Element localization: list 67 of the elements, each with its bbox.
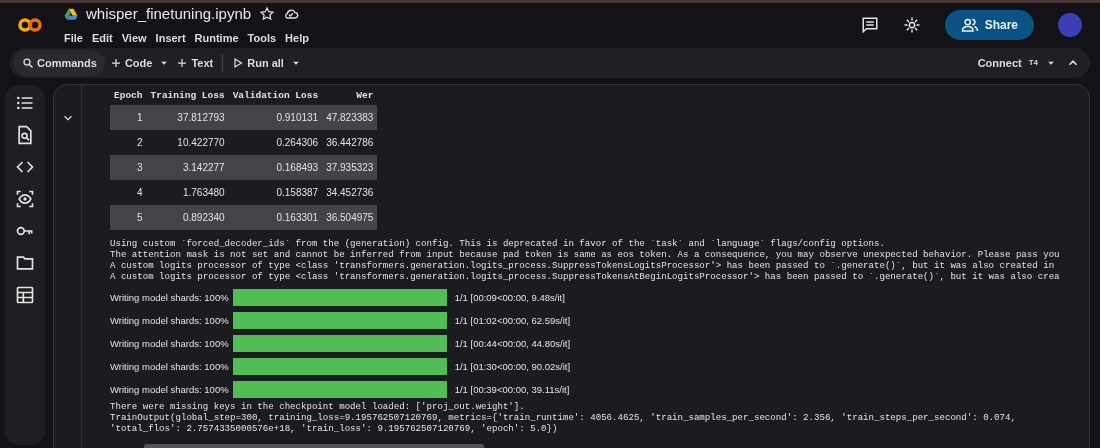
menu-item[interactable]: View (121, 29, 147, 46)
progress-stats: 1/1 [01:02<00:00, 62.59s/it] (454, 313, 571, 328)
progress-label: Writing model shards: 100% (110, 359, 229, 374)
play-icon (232, 57, 245, 69)
eye-icon[interactable] (15, 189, 35, 209)
table-icon[interactable] (15, 285, 35, 305)
table-cell: 0.158387 (228, 180, 323, 206)
table-cell: 3.142277 (146, 155, 229, 181)
progress-label: Writing model shards: 100% (110, 336, 229, 351)
column-header: Wer (322, 87, 378, 106)
progress-stats: 1/1 [01:30<00:00, 90.02s/it] (454, 359, 571, 374)
folder-icon[interactable] (15, 253, 35, 273)
menu-item[interactable]: Runtime (194, 29, 239, 46)
table-cell: 0.168493 (228, 155, 323, 181)
table-cell: 3 (110, 155, 147, 181)
table-cell: 0.163301 (228, 205, 323, 231)
progress-label: Writing model shards: 100% (110, 382, 229, 397)
menu-item[interactable]: Edit (91, 29, 113, 46)
column-header: Epoch (110, 87, 147, 106)
add-code-button[interactable]: Code (104, 51, 158, 75)
drive-icon (64, 7, 78, 22)
plus-icon (109, 57, 122, 69)
comment-icon[interactable] (860, 15, 879, 34)
progress-label: Writing model shards: 100% (110, 313, 229, 328)
connect-button[interactable]: Connect (972, 51, 1027, 75)
progress-label: Writing model shards: 100% (110, 290, 229, 305)
table-cell: 10.422770 (146, 130, 229, 156)
star-icon[interactable] (259, 6, 276, 23)
run-all-button[interactable]: Run all (227, 51, 289, 75)
table-cell: 2 (110, 130, 147, 156)
column-header: Validation Loss (228, 87, 323, 106)
menu-item[interactable]: Tools (247, 29, 277, 46)
table-cell: 1.763480 (146, 180, 229, 206)
table-cell: 0.264306 (228, 130, 323, 156)
menu-item[interactable]: Help (285, 29, 309, 46)
commands-button[interactable]: Commands (14, 49, 105, 77)
log-line: A custom logits processor of type <class 'transformers.generation.logits_process.SuppressTokensLogitsProcessor'> has been passed to `.generate()`, but it was also created in (110, 260, 1056, 272)
plus-icon (176, 57, 189, 69)
output-line: 'total_flos': 2.7574335000576e+18, 'train_loss': 9.195762507120769, 'epoch': 5.0}) (110, 423, 559, 435)
table-cell: 36.442786 (322, 130, 378, 156)
table-cell: 37.935323 (322, 155, 378, 181)
table-cell: 5 (110, 205, 147, 231)
runtime-label: T4 (1028, 57, 1038, 69)
share-button[interactable]: Share (944, 9, 1034, 40)
table-cell: 4 (110, 180, 147, 206)
log-line: A custom logits processor of type <class 'transformers.generation.logits_process.SuppressTokensAtBeginLogitsProcessor'> has been passed to `.generate()`, but it was also crea (110, 271, 1061, 283)
table-cell: 0.910131 (228, 105, 323, 131)
log-line: The attention mask is not set and cannot be inferred from input because pad token is same as eos token. As a consequence, you may observe unexpected behavior. Please pass you (110, 249, 1061, 261)
progress-stats: 1/1 [00:39<00:00, 39.11s/it] (454, 382, 570, 397)
table-cell: 34.452736 (322, 180, 378, 206)
menu-item[interactable]: File (64, 29, 83, 46)
table-cell: 37.812793 (146, 105, 229, 131)
progress-stats: 1/1 [00:09<00:00, 9.48s/it] (454, 290, 565, 305)
table-cell: 36.504975 (322, 205, 378, 231)
table-cell: 47.823383 (322, 105, 378, 131)
log-line: Using custom `forced_decoder_ids` from the (generation) config. This is deprecated in favor of the `task` and `language` flags/config options. (110, 238, 886, 250)
column-header: Training Loss (146, 87, 229, 106)
table-cell: 0.892340 (146, 205, 229, 231)
menu-item[interactable]: Insert (155, 29, 186, 46)
add-text-button[interactable]: Text (171, 51, 219, 75)
output-line: There were missing keys in the checkpoint model loaded: ['proj_out.weight']. (110, 401, 526, 413)
progress-stats: 1/1 [00:44<00:00, 44.80s/it] (454, 336, 571, 351)
notebook-title[interactable]: whisper_finetuning.ipynb (86, 3, 252, 26)
output-line: TrainOutput(global_step=300, training_loss=9.195762507120769, metrics={'train_runtime': 4056.4625, 'train_samples_per_second': 2.356, 'train_steps_per_second': 0.074, (110, 412, 1017, 424)
document-search-icon[interactable] (15, 125, 35, 145)
table-cell: 1 (110, 105, 147, 131)
search-icon (22, 57, 34, 69)
